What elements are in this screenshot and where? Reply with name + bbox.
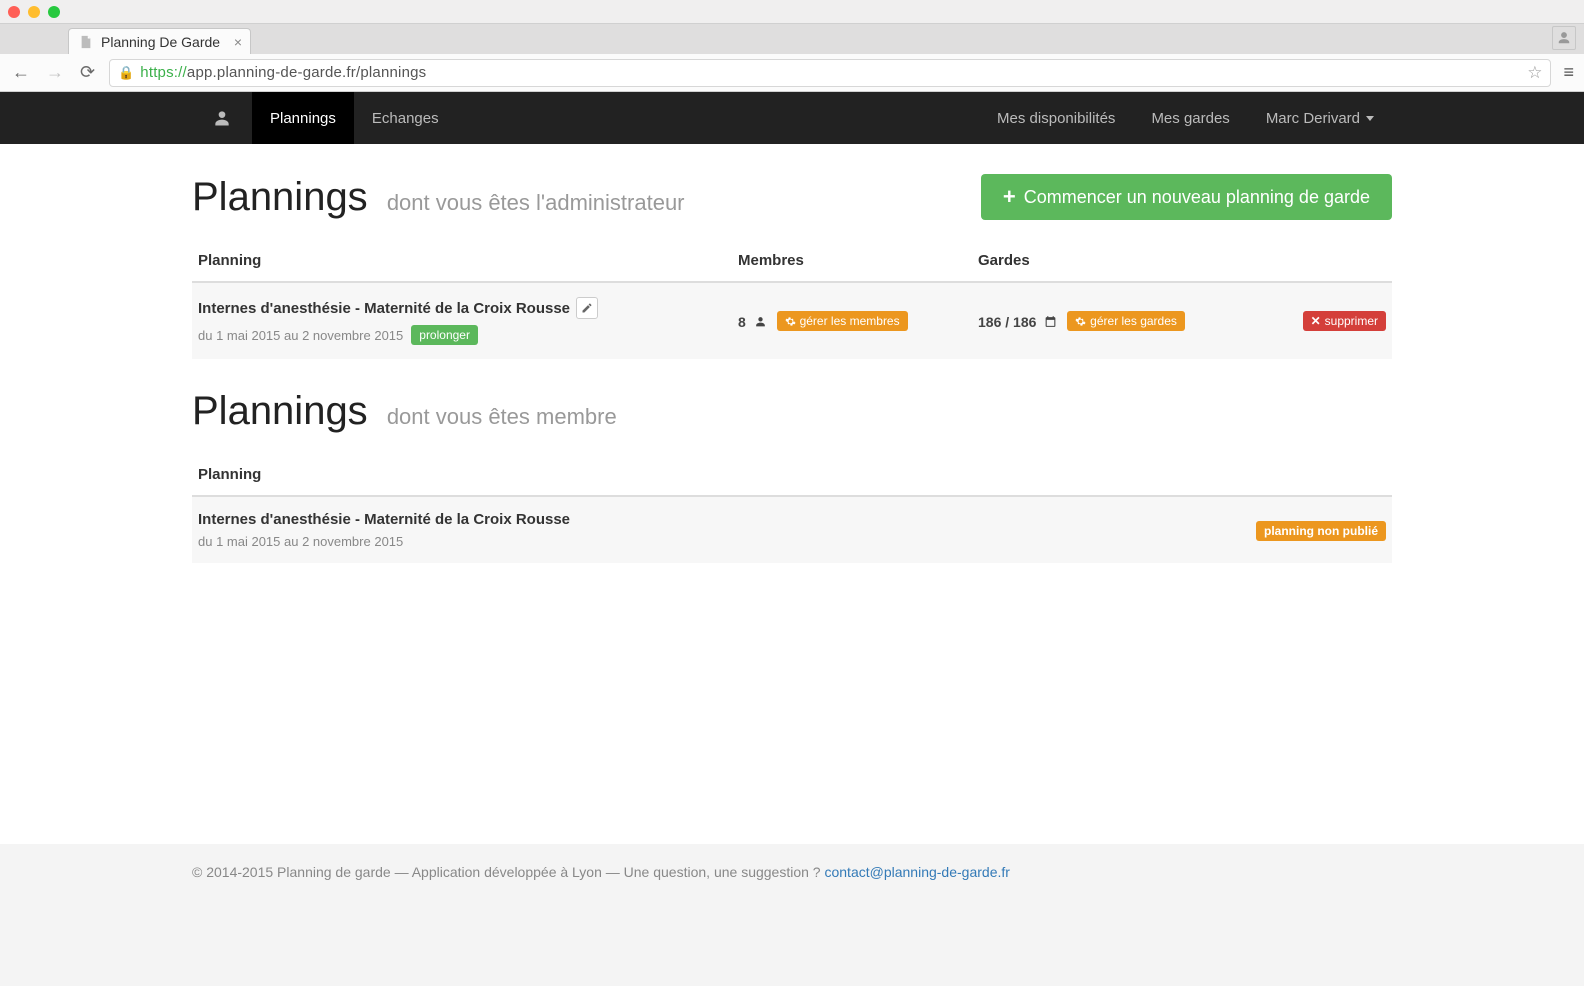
planning-name[interactable]: Internes d'anesthésie - Maternité de la …	[198, 300, 570, 317]
user-icon	[754, 315, 767, 328]
manage-gardes-label: gérer les gardes	[1090, 314, 1177, 328]
brand-logo[interactable]	[192, 92, 252, 144]
tab-title: Planning De Garde	[101, 34, 220, 50]
file-icon	[79, 35, 93, 49]
plus-icon: +	[1003, 186, 1016, 208]
unpublished-label: planning non publié	[1256, 521, 1386, 541]
delete-label: supprimer	[1325, 314, 1378, 328]
address-bar[interactable]: 🔒 https://app.planning-de-garde.fr/plann…	[109, 59, 1551, 87]
window-minimize-button[interactable]	[28, 6, 40, 18]
chrome-profile-button[interactable]	[1552, 26, 1576, 50]
planning-name[interactable]: Internes d'anesthésie - Maternité de la …	[198, 511, 570, 528]
nav-user-name: Marc Derivard	[1266, 110, 1360, 127]
admin-heading: Plannings dont vous êtes l'administrateu…	[192, 175, 685, 220]
browser-tabstrip: Planning De Garde ×	[0, 24, 1584, 54]
user-icon	[1557, 31, 1571, 45]
nav-plannings[interactable]: Plannings	[252, 92, 354, 144]
window-close-button[interactable]	[8, 6, 20, 18]
pencil-icon	[581, 302, 593, 314]
delete-planning-button[interactable]: ✕ supprimer	[1303, 311, 1386, 331]
footer-contact-link[interactable]: contact@planning-de-garde.fr	[824, 864, 1009, 880]
reload-button[interactable]: ⟳	[78, 62, 97, 83]
window-zoom-button[interactable]	[48, 6, 60, 18]
member-plannings-table: Planning Internes d'anesthésie - Materni…	[192, 454, 1392, 563]
col-membres: Membres	[732, 240, 972, 282]
forward-button[interactable]: →	[44, 62, 66, 83]
manage-members-label: gérer les membres	[800, 314, 900, 328]
close-tab-icon[interactable]: ×	[234, 35, 242, 49]
nav-disponibilites[interactable]: Mes disponibilités	[979, 92, 1133, 144]
planning-row: Internes d'anesthésie - Maternité de la …	[192, 496, 1392, 563]
col-planning: Planning	[192, 454, 1152, 496]
prolonger-button[interactable]: prolonger	[411, 325, 478, 345]
new-planning-button[interactable]: + Commencer un nouveau planning de garde	[981, 174, 1392, 220]
nav-gardes[interactable]: Mes gardes	[1133, 92, 1247, 144]
members-count: 8	[738, 314, 746, 330]
manage-members-button[interactable]: gérer les membres	[777, 311, 908, 331]
edit-name-button[interactable]	[576, 297, 598, 319]
browser-tab[interactable]: Planning De Garde ×	[68, 28, 251, 54]
planning-dates: du 1 mai 2015 au 2 novembre 2015	[198, 328, 403, 343]
user-icon	[212, 107, 232, 129]
gear-icon	[785, 316, 796, 327]
chrome-menu-button[interactable]: ≡	[1563, 62, 1574, 83]
browser-toolbar: ← → ⟳ 🔒 https://app.planning-de-garde.fr…	[0, 54, 1584, 92]
gardes-count: 186 / 186	[978, 314, 1036, 330]
mac-titlebar	[0, 0, 1584, 24]
footer-text: © 2014-2015 Planning de garde — Applicat…	[192, 864, 824, 880]
app-navbar: Plannings Echanges Mes disponibilités Me…	[0, 92, 1584, 144]
col-planning: Planning	[192, 240, 732, 282]
col-gardes: Gardes	[972, 240, 1272, 282]
admin-plannings-table: Planning Membres Gardes Internes d'anest…	[192, 240, 1392, 359]
chevron-down-icon	[1366, 116, 1374, 121]
member-heading: Plannings dont vous êtes membre	[192, 389, 1392, 434]
planning-row: Internes d'anesthésie - Maternité de la …	[192, 282, 1392, 359]
gear-icon	[1075, 316, 1086, 327]
back-button[interactable]: ←	[10, 62, 32, 83]
lock-icon: 🔒	[118, 65, 134, 81]
url-text: https://app.planning-de-garde.fr/plannin…	[140, 64, 426, 81]
planning-dates: du 1 mai 2015 au 2 novembre 2015	[198, 534, 403, 549]
calendar-icon	[1044, 315, 1057, 328]
new-planning-label: Commencer un nouveau planning de garde	[1024, 187, 1370, 208]
close-icon: ✕	[1311, 314, 1321, 328]
nav-user-menu[interactable]: Marc Derivard	[1248, 92, 1392, 144]
bookmark-star-icon[interactable]: ☆	[1527, 63, 1542, 83]
manage-gardes-button[interactable]: gérer les gardes	[1067, 311, 1185, 331]
app-footer: © 2014-2015 Planning de garde — Applicat…	[0, 844, 1584, 900]
nav-echanges[interactable]: Echanges	[354, 92, 457, 144]
